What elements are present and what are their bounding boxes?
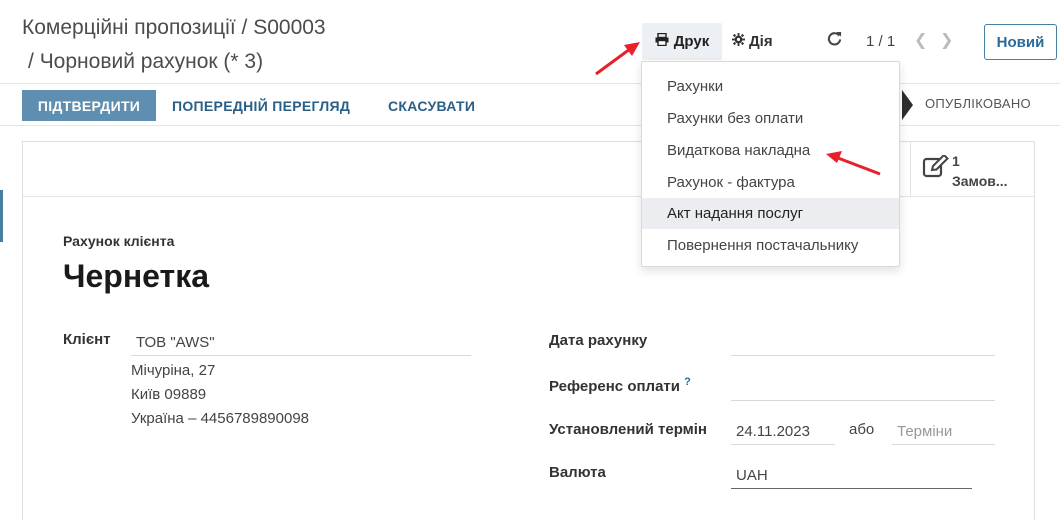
breadcrumb-separator: / xyxy=(241,16,248,39)
invoice-date-label: Дата рахунку xyxy=(549,332,648,349)
smart-button-label: Замов... xyxy=(952,173,1008,189)
confirm-button[interactable]: ПІДТВЕРДИТИ xyxy=(22,90,156,121)
client-underline xyxy=(131,355,471,356)
edit-icon xyxy=(922,153,950,184)
preview-button[interactable]: ПОПЕРЕДНІЙ ПЕРЕГЛЯД xyxy=(172,90,350,121)
menu-item-invoices[interactable]: Рахунки xyxy=(642,71,899,102)
orders-smart-button[interactable]: 1 Замов... xyxy=(910,142,1034,196)
client-address-line: Україна – 4456789890098 xyxy=(131,410,310,427)
menu-item-invoices-no-payment[interactable]: Рахунки без оплати xyxy=(642,103,899,134)
cancel-button[interactable]: СКАСУВАТИ xyxy=(388,90,475,121)
gear-icon xyxy=(732,33,745,50)
payment-terms-input[interactable]: Терміни xyxy=(897,423,952,440)
currency-underline xyxy=(731,488,972,489)
action-button[interactable]: Дія xyxy=(732,23,773,60)
client-address-line: Київ 09889 xyxy=(131,386,207,403)
menu-item-service-act[interactable]: Акт надання послуг xyxy=(642,198,899,229)
chevron-right-icon[interactable]: ❯ xyxy=(940,30,953,50)
client-input[interactable]: ТОВ "AWS" xyxy=(136,334,215,351)
breadcrumb-order[interactable]: S00003 xyxy=(253,16,325,39)
breadcrumb-current: Чорновий рахунок (* 3) xyxy=(39,50,264,73)
menu-item-delivery-note[interactable]: Видаткова накладна xyxy=(642,135,899,166)
menu-item-tax-invoice[interactable]: Рахунок - фактура xyxy=(642,167,899,198)
client-label: Клієнт xyxy=(63,331,111,348)
chevron-left-icon[interactable]: ❮ xyxy=(914,30,927,50)
due-date-label: Установлений термін xyxy=(549,421,707,438)
due-date-underline xyxy=(731,444,835,445)
payment-ref-field[interactable] xyxy=(731,400,995,401)
pager-value[interactable]: 1 / 1 xyxy=(866,33,895,50)
breadcrumb: Комерційні пропозиції / S00003 / Чорнови… xyxy=(22,11,326,79)
smart-button-count: 1 xyxy=(952,153,960,169)
sidebar-edge xyxy=(0,190,3,242)
header-divider xyxy=(0,83,1060,84)
menu-item-vendor-return[interactable]: Повернення постачальнику xyxy=(642,230,899,261)
statusbar-divider xyxy=(0,125,1060,126)
breadcrumb-parent[interactable]: Комерційні пропозиції xyxy=(22,16,236,39)
invoice-date-field[interactable] xyxy=(731,355,995,356)
payment-terms-underline xyxy=(892,444,995,445)
stage-posted[interactable]: ОПУБЛІКОВАНО xyxy=(925,96,1031,111)
printer-icon xyxy=(655,32,669,50)
help-icon[interactable]: ? xyxy=(684,376,691,388)
print-label: Друк xyxy=(673,33,710,50)
client-address-line: Мічуріна, 27 xyxy=(131,362,216,379)
stage-arrow xyxy=(902,90,913,120)
document-type: Рахунок клієнта xyxy=(63,233,175,249)
annotation-arrow-print xyxy=(595,42,640,76)
currency-label: Валюта xyxy=(549,464,606,481)
breadcrumb-separator: / xyxy=(28,50,34,73)
action-label: Дія xyxy=(749,33,773,50)
refresh-icon[interactable] xyxy=(827,31,842,51)
print-button[interactable]: Друк xyxy=(642,23,722,60)
currency-input[interactable]: UAH xyxy=(736,467,768,484)
or-label: або xyxy=(849,421,875,438)
document-title: Чернетка xyxy=(63,258,210,294)
new-button[interactable]: Новий xyxy=(984,24,1057,60)
print-dropdown-menu: Рахунки Рахунки без оплати Видаткова нак… xyxy=(641,61,900,267)
due-date-input[interactable]: 24.11.2023 xyxy=(736,423,810,440)
payment-ref-label: Референс оплати ? xyxy=(549,376,691,395)
